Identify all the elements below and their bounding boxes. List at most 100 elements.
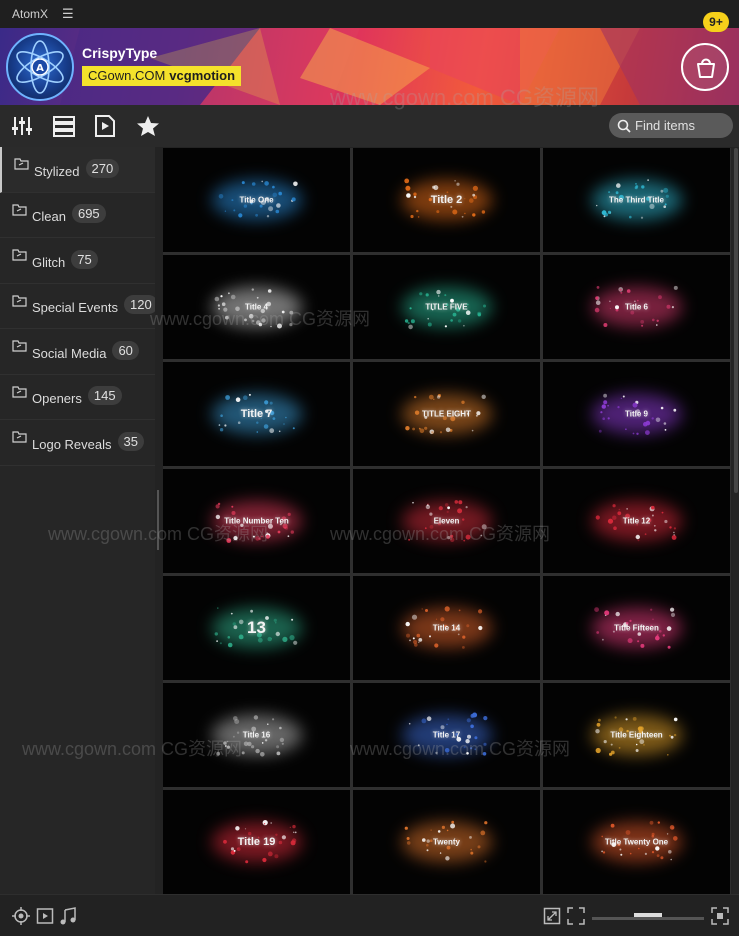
particle: [462, 646, 465, 649]
template-thumbnail[interactable]: Title Eighteen: [543, 683, 730, 787]
expand-icon[interactable]: [567, 907, 585, 925]
particle: [462, 635, 466, 639]
video-icon[interactable]: [36, 907, 54, 925]
particle: [629, 619, 632, 622]
search-box[interactable]: [609, 113, 733, 138]
thumbnail-size-slider[interactable]: [592, 913, 704, 920]
scrollbar-thumb[interactable]: [734, 148, 738, 493]
template-thumbnail[interactable]: Title 9: [543, 362, 730, 466]
target-icon[interactable]: [12, 907, 30, 925]
particle: [466, 752, 469, 755]
hamburger-icon[interactable]: ☰: [62, 6, 74, 22]
template-thumbnail[interactable]: 13: [163, 576, 350, 680]
template-thumbnail[interactable]: Title 14: [353, 576, 540, 680]
sidebar-item-glitch[interactable]: Glitch 75: [0, 238, 155, 284]
particle: [243, 395, 248, 400]
template-thumbnail[interactable]: Title 12: [543, 469, 730, 573]
template-thumbnail[interactable]: Title 6: [543, 255, 730, 359]
particle: [432, 185, 436, 189]
particle: [409, 639, 411, 642]
thumbnail-title: TITLE FIVE: [425, 302, 468, 312]
particle: [644, 852, 647, 855]
category-label: Social Media: [32, 345, 107, 361]
category-count: 120: [124, 295, 155, 315]
filters-button[interactable]: [9, 114, 35, 138]
particle: [607, 210, 612, 214]
particle: [438, 506, 443, 511]
particle: [450, 537, 455, 542]
particle: [660, 856, 664, 860]
template-thumbnail[interactable]: Title 4: [163, 255, 350, 359]
thumbnail-title: Title 19: [237, 836, 276, 848]
favorites-button[interactable]: [135, 114, 161, 138]
template-thumbnail[interactable]: Title Number Ten: [163, 469, 350, 573]
particle: [452, 209, 458, 215]
thumbnail-title: Title 7: [240, 408, 273, 420]
fit-icon[interactable]: [543, 907, 561, 925]
list-view-button[interactable]: [51, 114, 77, 138]
search-input[interactable]: [635, 118, 725, 133]
particle: [456, 182, 460, 186]
shopping-bag-icon: [697, 58, 715, 78]
sidebar-item-clean[interactable]: Clean 695: [0, 193, 155, 238]
particle: [461, 215, 464, 218]
template-thumbnail[interactable]: Title 2: [353, 148, 540, 252]
template-thumbnail[interactable]: Title 17: [353, 683, 540, 787]
particle: [602, 638, 604, 641]
grid-scrollbar[interactable]: [733, 148, 739, 894]
template-thumbnail[interactable]: Title 16: [163, 683, 350, 787]
music-icon[interactable]: [59, 907, 77, 925]
category-sidebar: Stylized 270 Clean 695 Glitch 75 Special Event…: [0, 147, 155, 894]
particle: [484, 860, 487, 863]
particle: [257, 637, 263, 643]
particle: [226, 740, 229, 743]
particle: [655, 635, 660, 641]
sidebar-item-social-media[interactable]: Social Media 60: [0, 329, 155, 375]
particle: [426, 716, 432, 721]
template-thumbnail[interactable]: Title 7: [163, 362, 350, 466]
sidebar-item-special-events[interactable]: Special Events 120: [0, 284, 155, 329]
search-icon: [617, 119, 631, 133]
template-thumbnail[interactable]: Title One: [163, 148, 350, 252]
particle: [651, 505, 655, 510]
particle: [266, 215, 270, 218]
template-thumbnail[interactable]: Twenty: [353, 790, 540, 894]
particle: [635, 749, 639, 752]
template-thumbnail[interactable]: Eleven: [353, 469, 540, 573]
particle: [610, 743, 613, 746]
particle: [670, 612, 676, 617]
particle: [248, 393, 251, 396]
template-thumbnail[interactable]: Title 19: [163, 790, 350, 894]
template-thumbnail[interactable]: The Third Title: [543, 148, 730, 252]
particle: [289, 323, 293, 327]
fullscreen-icon[interactable]: [711, 907, 729, 925]
sidebar-item-stylized[interactable]: Stylized 270: [0, 147, 155, 193]
sidebar-item-logo-reveals[interactable]: Logo Reveals 35: [0, 420, 155, 466]
particle: [238, 213, 243, 218]
template-thumbnail[interactable]: Title Fifteen: [543, 576, 730, 680]
particle: [279, 726, 282, 730]
cart-button[interactable]: [681, 43, 729, 91]
sidebar-item-openers[interactable]: Openers 145: [0, 375, 155, 420]
particle: [657, 821, 660, 824]
particle: [447, 718, 450, 721]
particle: [447, 506, 450, 510]
panel-splitter[interactable]: [157, 490, 159, 550]
particle: [437, 295, 440, 297]
particle: [470, 851, 474, 855]
particle: [610, 823, 615, 828]
template-thumbnail[interactable]: Title Twenty One: [543, 790, 730, 894]
particle: [673, 533, 676, 536]
particle: [444, 294, 447, 297]
particle: [417, 744, 420, 747]
particle: [235, 826, 240, 831]
particle: [412, 501, 414, 504]
template-thumbnail[interactable]: TITLE EIGHT: [353, 362, 540, 466]
pack-title: CrispyType: [82, 45, 158, 61]
particle: [450, 319, 453, 322]
media-button[interactable]: [92, 114, 118, 138]
particle: [640, 216, 644, 219]
template-thumbnail[interactable]: TITLE FIVE: [353, 255, 540, 359]
particle: [483, 716, 488, 721]
slider-knob[interactable]: [634, 913, 662, 917]
